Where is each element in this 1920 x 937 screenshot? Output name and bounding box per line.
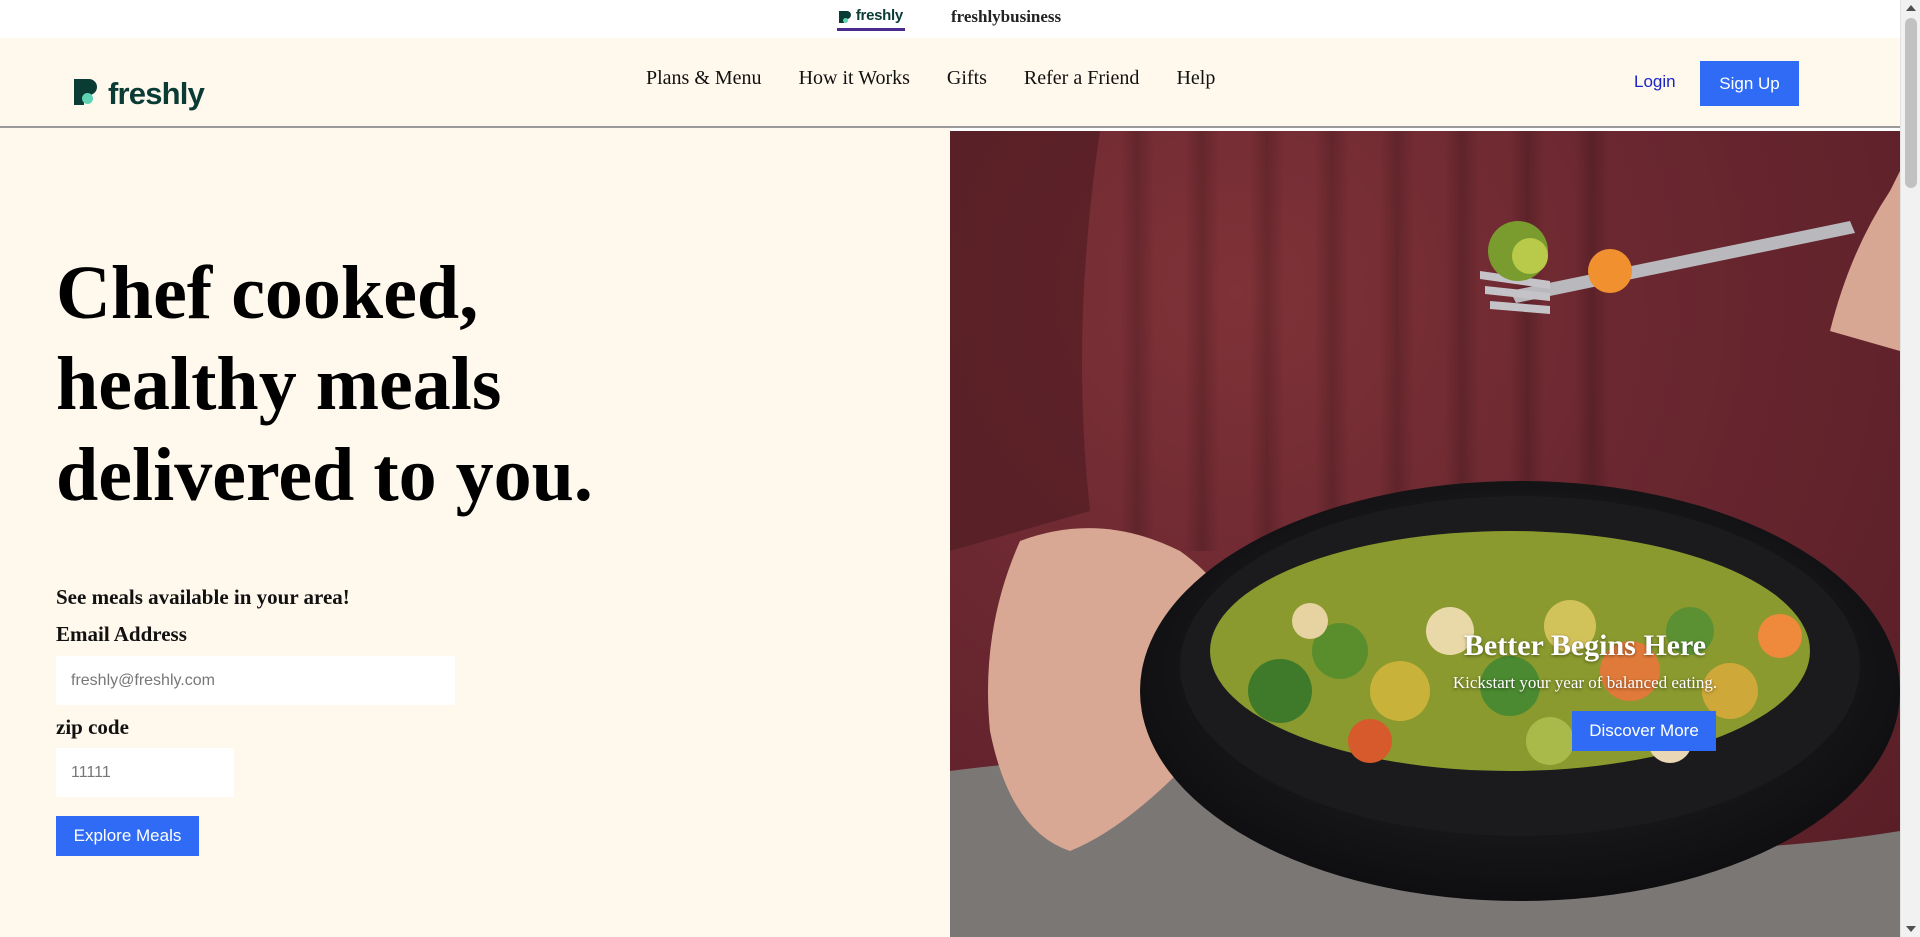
headline-line: delivered to you. xyxy=(56,433,593,517)
hero-meal-photo xyxy=(950,131,1900,937)
explore-meals-button[interactable]: Explore Meals xyxy=(56,816,199,856)
email-field[interactable] xyxy=(56,656,455,705)
headline-line: healthy meals xyxy=(56,342,502,426)
freshly-logo-icon xyxy=(74,78,100,110)
promo-title: Better Begins Here xyxy=(1463,629,1707,662)
promo-block: Better Begins Here Kickstart your year o… xyxy=(1430,629,1740,693)
nav-gifts[interactable]: Gifts xyxy=(947,66,987,90)
scroll-down-arrow-icon[interactable] xyxy=(1906,926,1916,932)
nav-how-it-works[interactable]: How it Works xyxy=(799,66,910,90)
page-scrollbar[interactable] xyxy=(1900,0,1920,937)
brand-tab-label: freshly xyxy=(855,7,903,24)
brand-switcher-bar: freshly freshlybusiness xyxy=(0,0,1900,38)
home-logo-link[interactable]: freshly xyxy=(74,76,205,112)
scroll-up-arrow-icon[interactable] xyxy=(1906,5,1916,11)
logo-wordmark: freshly xyxy=(108,76,205,111)
freshly-logo-icon xyxy=(838,10,851,23)
zip-code-field[interactable] xyxy=(56,748,234,797)
promo-subtitle: Kickstart your year of balanced eating. xyxy=(1452,673,1718,692)
area-prompt: See meals available in your area! xyxy=(56,585,350,609)
hero-headline: Chef cooked, healthy meals delivered to … xyxy=(56,248,756,521)
site-header: freshly Plans & Menu How it Works Gifts … xyxy=(0,38,1900,128)
scroll-thumb[interactable] xyxy=(1905,18,1917,188)
signup-button[interactable]: Sign Up xyxy=(1700,61,1799,106)
brand-tab-freshlybusiness[interactable]: freshlybusiness xyxy=(949,3,1063,31)
main-nav: Plans & Menu How it Works Gifts Refer a … xyxy=(646,66,1215,90)
headline-line: Chef cooked, xyxy=(56,251,479,335)
nav-refer-a-friend[interactable]: Refer a Friend xyxy=(1024,66,1140,90)
hero-left-panel: Chef cooked, healthy meals delivered to … xyxy=(0,128,950,937)
zip-code-label: zip code xyxy=(56,715,129,739)
discover-more-button[interactable]: Discover More xyxy=(1572,711,1716,751)
email-label: Email Address xyxy=(56,622,187,646)
nav-plans-menu[interactable]: Plans & Menu xyxy=(646,66,762,90)
nav-help[interactable]: Help xyxy=(1176,66,1215,90)
brand-tab-label: freshlybusiness xyxy=(950,7,1062,26)
login-link[interactable]: Login xyxy=(1634,72,1676,92)
brand-tab-freshly[interactable]: freshly xyxy=(836,3,905,31)
